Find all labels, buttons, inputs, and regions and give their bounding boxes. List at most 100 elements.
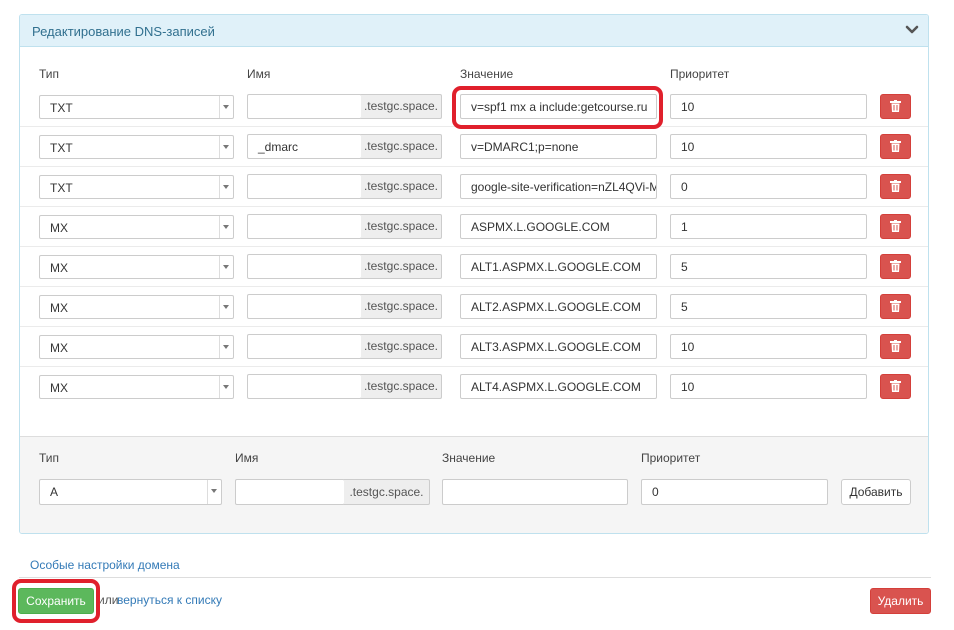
record-name-input[interactable] [247,294,362,319]
record-priority-input[interactable]: 10 [670,374,867,399]
back-to-list-link[interactable]: вернуться к списку [117,593,222,607]
record-priority-value: 1 [681,220,688,234]
delete-record-button[interactable] [880,374,911,399]
delete-record-button[interactable] [880,334,911,359]
chevron-down-icon [219,96,233,118]
column-header-value: Значение [460,67,514,81]
record-value-input[interactable]: ASPMX.L.GOOGLE.COM [460,214,657,239]
record-domain-suffix: .testgc.space. [361,94,442,119]
column-header-name: Имя [247,67,271,81]
record-value-input[interactable]: ALT1.ASPMX.L.GOOGLE.COM [460,254,657,279]
trash-icon [890,140,901,152]
record-value-input[interactable]: v=spf1 mx a include:getcourse.ru [460,94,657,119]
chevron-down-icon[interactable] [904,22,920,38]
panel-heading[interactable]: Редактирование DNS-записей [20,15,928,47]
row-separator [20,326,928,327]
domain-settings-link[interactable]: Особые настройки домена [30,558,180,572]
delete-record-button[interactable] [880,174,911,199]
record-type-select[interactable]: TXT [39,175,234,199]
record-name-input[interactable] [247,174,362,199]
record-name-value: _dmarc [258,140,299,154]
record-priority-input[interactable]: 0 [670,174,867,199]
new-priority-input[interactable]: 0 [641,479,828,505]
record-priority-value: 10 [681,100,695,114]
new-domain-suffix: .testgc.space. [344,479,430,505]
new-value-input[interactable] [442,479,628,505]
new-column-header-type: Тип [39,451,60,465]
record-type-select[interactable]: TXT [39,135,234,159]
record-type-value: MX [50,381,68,395]
record-priority-value: 5 [681,260,688,274]
new-type-select[interactable]: A [39,479,222,505]
record-value-input[interactable]: ALT4.ASPMX.L.GOOGLE.COM [460,374,657,399]
row-separator [20,286,928,287]
record-type-select[interactable]: MX [39,375,234,399]
delete-record-button[interactable] [880,254,911,279]
record-name-input[interactable] [247,254,362,279]
row-separator [20,166,928,167]
chevron-down-icon [219,216,233,238]
record-value-input[interactable]: v=DMARC1;p=none [460,134,657,159]
record-priority-value: 10 [681,340,695,354]
chevron-down-icon [219,376,233,398]
new-priority-value: 0 [652,485,659,499]
record-value-value: google-site-verification=nZL4QVi-Mt\ [471,180,657,194]
row-separator [20,206,928,207]
record-type-select[interactable]: MX [39,335,234,359]
record-name-input[interactable] [247,374,362,399]
record-type-value: MX [50,221,68,235]
add-record-button[interactable]: Добавить [841,479,911,505]
panel-title: Редактирование DNS-записей [32,24,215,39]
record-domain-suffix: .testgc.space. [361,334,442,359]
delete-domain-button[interactable]: Удалить [870,588,931,614]
new-name-input[interactable] [235,479,345,505]
record-type-select[interactable]: MX [39,255,234,279]
record-value-input[interactable]: ALT2.ASPMX.L.GOOGLE.COM [460,294,657,319]
record-priority-input[interactable]: 10 [670,334,867,359]
record-type-value: MX [50,341,68,355]
trash-icon [890,220,901,232]
record-name-input[interactable] [247,214,362,239]
record-name-input[interactable] [247,94,362,119]
dns-records-panel: Редактирование DNS-записей Тип Имя Значе… [19,14,929,534]
record-priority-input[interactable]: 1 [670,214,867,239]
record-value-value: ASPMX.L.GOOGLE.COM [471,220,610,234]
trash-icon [890,260,901,272]
record-domain-suffix: .testgc.space. [361,174,442,199]
trash-icon [890,380,901,392]
record-value-input[interactable]: ALT3.ASPMX.L.GOOGLE.COM [460,334,657,359]
delete-record-button[interactable] [880,294,911,319]
record-priority-input[interactable]: 5 [670,294,867,319]
record-priority-input[interactable]: 10 [670,134,867,159]
delete-record-button[interactable] [880,134,911,159]
record-value-value: v=DMARC1;p=none [471,140,579,154]
record-priority-value: 10 [681,380,695,394]
save-button[interactable]: Сохранить [18,588,94,614]
record-value-input[interactable]: google-site-verification=nZL4QVi-Mt\ [460,174,657,199]
delete-record-button[interactable] [880,94,911,119]
record-priority-input[interactable]: 10 [670,94,867,119]
record-type-value: MX [50,261,68,275]
record-type-value: MX [50,301,68,315]
record-type-select[interactable]: TXT [39,95,234,119]
row-separator [20,366,928,367]
trash-icon [890,300,901,312]
record-type-select[interactable]: MX [39,295,234,319]
new-record-form: Тип Имя Значение Приоритет A .testgc.spa… [20,436,928,533]
new-column-header-value: Значение [442,451,496,465]
record-value-value: v=spf1 mx a include:getcourse.ru [471,100,648,114]
record-priority-input[interactable]: 5 [670,254,867,279]
row-separator [20,246,928,247]
chevron-down-icon [219,336,233,358]
delete-record-button[interactable] [880,214,911,239]
new-column-header-name: Имя [235,451,259,465]
record-type-value: TXT [50,141,73,155]
trash-icon [890,340,901,352]
column-header-priority: Приоритет [670,67,730,81]
record-name-input[interactable]: _dmarc [247,134,362,159]
record-domain-suffix: .testgc.space. [361,134,442,159]
row-separator [20,126,928,127]
record-name-input[interactable] [247,334,362,359]
record-value-value: ALT2.ASPMX.L.GOOGLE.COM [471,300,641,314]
record-type-select[interactable]: MX [39,215,234,239]
